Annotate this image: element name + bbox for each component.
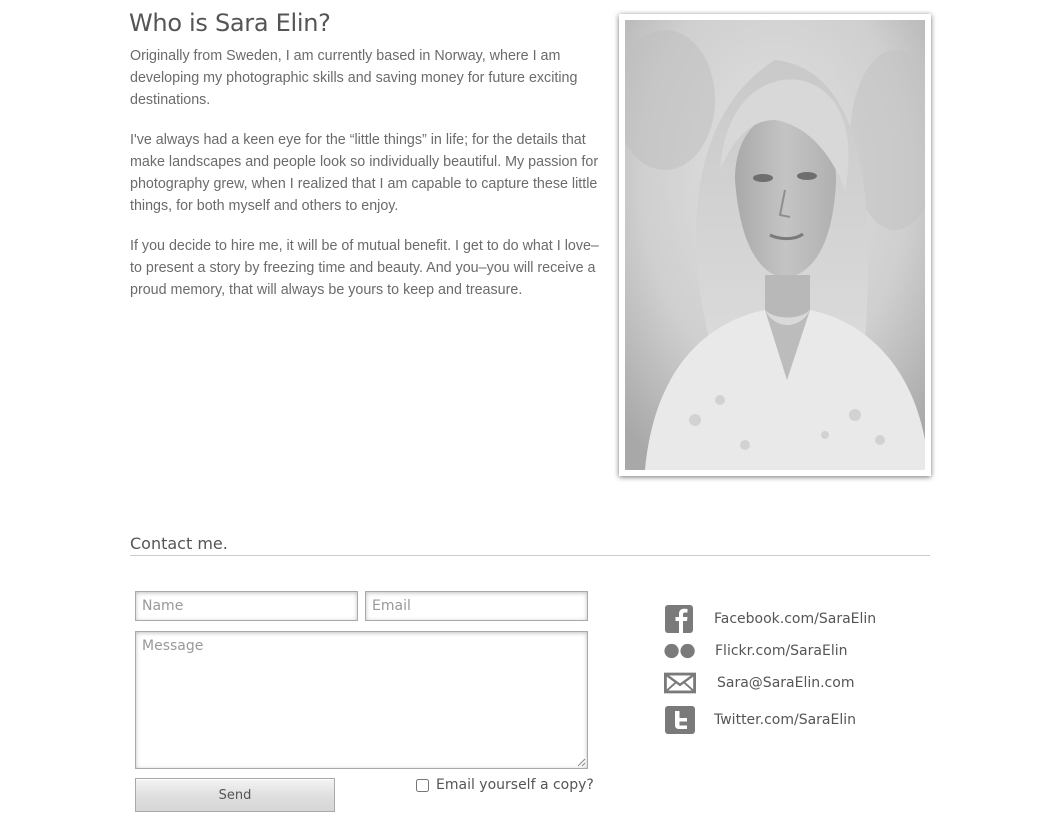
resize-handle-icon[interactable] [576,757,586,767]
social-label-email: Sara@SaraElin.com [717,675,855,691]
bio-paragraph: If you decide to hire me, it will be of … [130,238,599,298]
portrait-photo [625,20,925,470]
social-label-twitter: Twitter.com/SaraElin [714,712,857,728]
social-label-facebook: Facebook.com/SaraElin [714,611,877,627]
social-link-facebook[interactable]: Facebook.com/SaraElin [664,604,894,634]
facebook-icon [664,605,696,633]
email-copy-checkbox[interactable] [416,779,429,792]
section-divider [130,555,930,556]
name-input[interactable] [135,591,358,621]
contact-heading: Contact me. [130,534,228,553]
twitter-icon [664,706,696,734]
portrait-frame [619,14,931,476]
social-link-email[interactable]: Sara@SaraElin.com [664,668,894,698]
page-title: Who is Sara Elin? [129,9,331,37]
social-link-flickr[interactable]: Flickr.com/SaraElin [664,636,894,666]
flickr-icon [664,642,696,660]
send-button[interactable]: Send [135,778,335,812]
bio-text: Originally from Sweden, I am currently b… [130,45,605,319]
mail-icon [664,672,696,694]
bio-paragraph: I've always had a keen eye for the “litt… [130,132,599,214]
social-label-flickr: Flickr.com/SaraElin [715,643,848,659]
social-link-twitter[interactable]: Twitter.com/SaraElin [664,705,894,735]
message-textarea[interactable] [135,631,588,769]
email-input[interactable] [365,591,588,621]
bio-paragraph: Originally from Sweden, I am currently b… [130,48,578,108]
email-copy-label[interactable]: Email yourself a copy? [436,777,594,793]
